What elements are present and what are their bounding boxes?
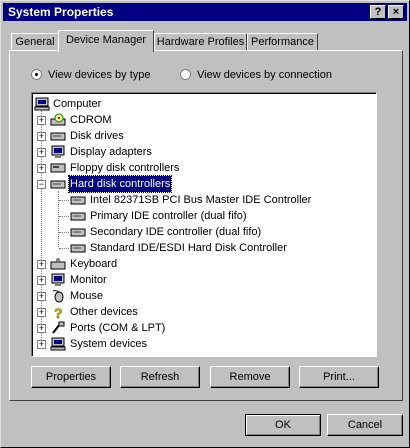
tree-item-label: Intel 82371SB PCI Bus Master IDE Control… [90,194,312,206]
display-adapter-icon [51,145,65,158]
tree-item-label: Computer [53,98,102,110]
view-by-connection-label: View devices by connection [197,69,332,81]
disk-drive-icon [50,132,66,141]
ide-controller-icon [70,196,86,205]
expand-icon[interactable]: + [37,260,46,269]
cancel-button[interactable]: Cancel [327,414,403,436]
tree-item-label: Other devices [70,306,138,318]
remove-button[interactable]: Remove [210,366,290,388]
print-button[interactable]: Print... [299,366,379,388]
expand-icon[interactable]: + [37,276,46,285]
tab-device-manager[interactable]: Device Manager [58,30,154,52]
ok-button[interactable]: OK [245,414,321,436]
port-icon [52,321,65,334]
help-button[interactable]: ? [370,5,386,19]
ide-controller-icon [70,212,86,221]
tab-general[interactable]: General [11,33,59,50]
close-button[interactable]: × [388,5,404,19]
device-tree[interactable]: Computer + CDROM + Disk drives + Display… [31,92,377,357]
tree-item-label: Standard IDE/ESDI Hard Disk Controller [90,242,287,254]
tree-item-hard-disk-controllers[interactable]: − Hard disk controllers [33,175,233,193]
tree-item-label: System devices [70,338,148,350]
system-devices-icon [50,337,66,351]
system-properties-window: System Properties ? × General Device Man… [0,0,410,448]
tab-hardware-profiles[interactable]: Hardware Profiles [154,33,247,50]
tab-performance[interactable]: Performance [247,33,318,50]
expand-icon[interactable]: + [37,132,46,141]
expand-icon[interactable]: + [37,324,46,333]
expand-icon[interactable]: + [37,292,46,301]
ide-controller-icon [70,244,86,253]
mouse-icon [52,290,64,303]
refresh-button[interactable]: Refresh [120,366,200,388]
tree-connector [59,200,69,202]
tree-item-label: Display adapters [70,146,152,158]
expand-icon[interactable]: + [37,308,46,317]
svg-text:?: ? [54,305,63,319]
tree-item-label: Keyboard [70,258,118,270]
tree-item-label: Secondary IDE controller (dual fifo) [90,226,262,238]
tree-connector [59,216,69,218]
question-icon: ? [54,305,63,319]
keyboard-icon [50,258,66,270]
expand-icon[interactable]: + [37,164,46,173]
floppy-controller-icon [50,163,66,173]
view-by-type-label: View devices by type [48,69,151,81]
view-by-type-option[interactable]: View devices by type [31,69,151,83]
tree-item-label: Ports (COM & LPT) [70,322,166,334]
expand-icon[interactable]: + [37,116,46,125]
tree-item-label: Floppy disk controllers [70,162,180,174]
ide-controller-icon [70,228,86,237]
expand-icon[interactable]: + [37,148,46,157]
tree-connector [41,111,43,340]
tree-item-label: Hard disk controllers [67,175,173,193]
tree-item-label: Disk drives [70,130,124,142]
hard-disk-controller-icon [50,180,66,189]
properties-button[interactable]: Properties [31,366,111,388]
window-title: System Properties [8,5,114,19]
cdrom-icon [50,113,66,126]
tree-item-label: CDROM [70,114,112,126]
expand-icon[interactable]: + [37,340,46,349]
view-by-type-radio[interactable] [31,69,42,80]
tree-item-label: Monitor [70,274,107,286]
monitor-icon [51,273,65,286]
tree-item-label: Mouse [70,290,104,302]
tree-connector [59,232,69,234]
tree-connector [59,248,69,250]
title-bar[interactable]: System Properties ? × [3,3,407,21]
view-by-connection-radio[interactable] [180,69,191,80]
collapse-icon[interactable]: − [37,180,46,189]
computer-icon [34,97,50,111]
tree-item-label: Primary IDE controller (dual fifo) [90,210,247,222]
view-by-connection-option[interactable]: View devices by connection [180,69,332,83]
